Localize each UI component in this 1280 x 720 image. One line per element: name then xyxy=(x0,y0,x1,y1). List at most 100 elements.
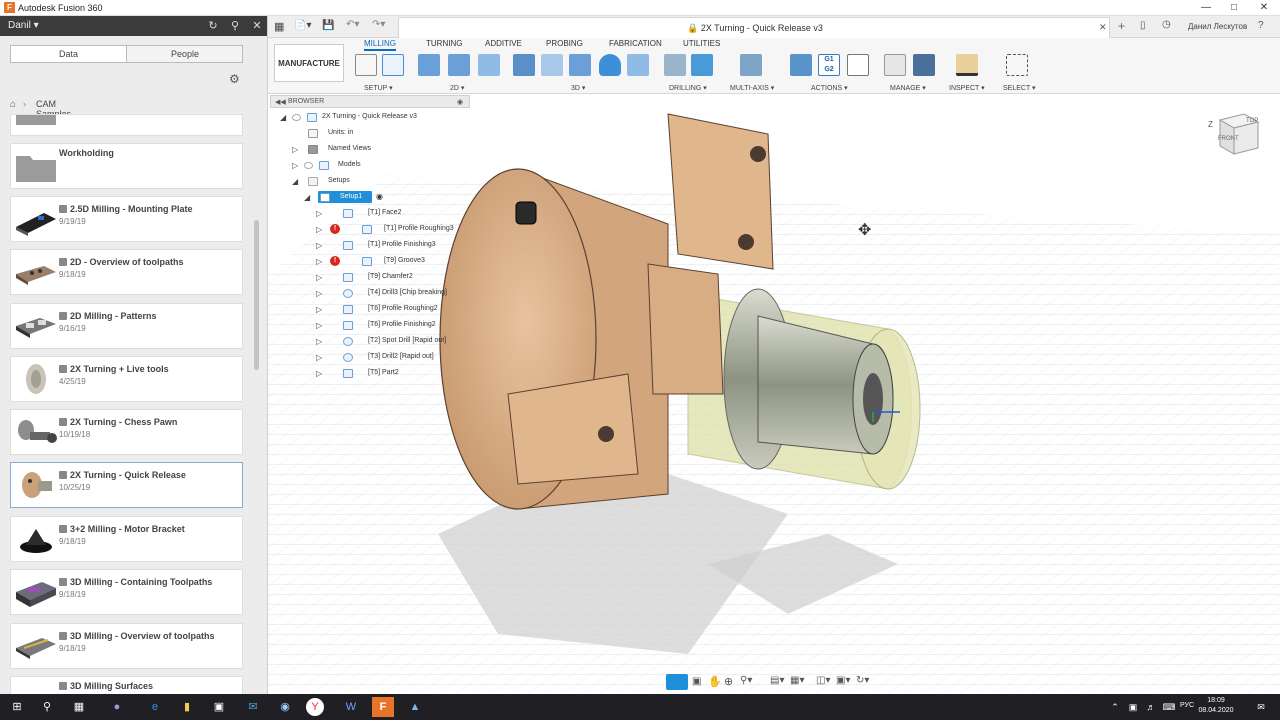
undo-icon[interactable]: ↶▾ xyxy=(346,19,359,30)
refresh-icon[interactable]: ↻ xyxy=(206,19,220,33)
expand-arrow-icon[interactable]: ▷ xyxy=(316,289,322,298)
select-icon[interactable] xyxy=(1006,54,1028,76)
fusion-taskbar-icon[interactable]: F xyxy=(372,697,394,717)
tab-fabrication[interactable]: FABRICATION xyxy=(609,39,662,48)
expand-arrow-icon[interactable]: ▷ xyxy=(316,369,322,378)
minimize-icon[interactable]: — xyxy=(1192,0,1220,16)
collapse-arrow-icon[interactable]: ◢ xyxy=(292,177,298,186)
save-icon[interactable]: 💾 xyxy=(322,20,334,31)
list-item[interactable]: 3D Milling - Containing Toolpaths 9/18/1… xyxy=(10,569,243,615)
list-item[interactable]: 3+2 Milling - Motor Bracket 9/18/19 xyxy=(10,516,243,562)
hole-recognition-icon[interactable] xyxy=(691,54,713,76)
grid-menu-icon[interactable]: ▦ xyxy=(274,20,284,33)
keyboard-icon[interactable]: ⌨ xyxy=(1158,697,1180,717)
group-inspect[interactable]: INSPECT ▾ xyxy=(949,84,985,92)
user-dropdown[interactable]: Danil ▾ xyxy=(8,20,39,31)
3d-pocket-icon[interactable] xyxy=(541,54,563,76)
browser-toggle-icon[interactable]: ◉ xyxy=(457,98,463,106)
eye-icon[interactable] xyxy=(304,162,313,169)
photos-icon[interactable]: ▲ xyxy=(404,697,426,717)
expand-arrow-icon[interactable]: ▷ xyxy=(316,257,322,266)
gear-icon[interactable]: ⚙ xyxy=(229,72,240,86)
tab-probing[interactable]: PROBING xyxy=(546,39,583,48)
expand-arrow-icon[interactable]: ▷ xyxy=(316,225,322,234)
activate-icon[interactable]: ◉ xyxy=(376,192,383,201)
list-item[interactable]: Workholding xyxy=(10,143,243,189)
face-icon[interactable] xyxy=(478,54,500,76)
group-drilling[interactable]: DRILLING ▾ xyxy=(669,84,707,92)
tab-turning[interactable]: TURNING xyxy=(426,39,462,48)
fit-icon[interactable]: ⚲▾ xyxy=(740,675,752,686)
camera-icon[interactable]: ▣▾ xyxy=(836,675,850,686)
display-settings-icon[interactable]: ▤▾ xyxy=(770,675,784,686)
notifications-icon[interactable]: ✉ xyxy=(1250,697,1272,717)
expand-arrow-icon[interactable]: ▷ xyxy=(316,305,322,314)
manage-machine-icon[interactable] xyxy=(913,54,935,76)
list-item[interactable]: 3D Milling - Overview of toolpaths 9/18/… xyxy=(10,623,243,669)
expand-arrow-icon[interactable]: ▷ xyxy=(316,209,322,218)
post-process-icon[interactable]: G1 G2 xyxy=(818,54,840,76)
tab-utilities[interactable]: UTILITIES xyxy=(683,39,720,48)
error-icon[interactable]: ! xyxy=(330,256,340,266)
environment-icon[interactable]: ↻▾ xyxy=(856,675,869,686)
2d-adaptive-icon[interactable] xyxy=(418,54,440,76)
expand-arrow-icon[interactable]: ▷ xyxy=(316,337,322,346)
group-setup[interactable]: SETUP ▾ xyxy=(364,84,393,92)
help-icon[interactable]: ? xyxy=(1258,20,1264,31)
app-icon[interactable]: ● xyxy=(106,697,128,717)
folder-setup-icon[interactable] xyxy=(355,54,377,76)
list-item[interactable]: 2X Turning + Live tools 4/25/19 xyxy=(10,356,243,402)
new-tab-icon[interactable]: + xyxy=(1118,19,1125,33)
tool-library-icon[interactable] xyxy=(884,54,906,76)
mail-icon[interactable]: ✉ xyxy=(242,697,264,717)
measure-icon[interactable] xyxy=(956,54,978,76)
expand-arrow-icon[interactable]: ▷ xyxy=(316,273,322,282)
drill-icon[interactable] xyxy=(664,54,686,76)
maximize-icon[interactable]: □ xyxy=(1220,0,1248,16)
group-actions[interactable]: ACTIONS ▾ xyxy=(811,84,848,92)
group-2d[interactable]: 2D ▾ xyxy=(450,84,464,92)
2d-pocket-icon[interactable] xyxy=(448,54,470,76)
simulate-icon[interactable] xyxy=(790,54,812,76)
redo-icon[interactable]: ↷▾ xyxy=(372,19,385,30)
user-name[interactable]: Данил Лескутов xyxy=(1188,22,1247,31)
yandex-icon[interactable]: Y xyxy=(306,698,324,716)
list-item[interactable]: 2D - Overview of toolpaths 9/18/19 xyxy=(10,249,243,295)
file-menu-icon[interactable]: 📄▾ xyxy=(294,20,311,31)
task-view-icon[interactable]: ▦ xyxy=(68,697,90,717)
file-explorer-icon[interactable]: ▮ xyxy=(176,697,198,717)
multi-axis-icon[interactable] xyxy=(740,54,762,76)
list-item[interactable]: 2.5D Milling - Mounting Plate 9/19/19 xyxy=(10,196,243,242)
home-icon[interactable]: ⌂ xyxy=(10,99,20,110)
tab-people[interactable]: People xyxy=(127,46,243,62)
word-icon[interactable]: W xyxy=(340,697,362,717)
viewports-icon[interactable]: ◫▾ xyxy=(816,675,830,686)
3d-steep-icon[interactable] xyxy=(569,54,591,76)
close-window-icon[interactable]: ✕ xyxy=(1250,0,1278,16)
expand-arrow-icon[interactable]: ▷ xyxy=(316,321,322,330)
list-item[interactable]: 2X Turning - Chess Pawn 10/19/18 xyxy=(10,409,243,455)
pan-icon[interactable]: ✋ xyxy=(708,675,722,688)
group-3d[interactable]: 3D ▾ xyxy=(571,84,585,92)
expand-arrow-icon[interactable]: ▷ xyxy=(316,241,322,250)
browser-collapse-icon[interactable]: ◀◀ xyxy=(275,98,286,106)
language-indicator[interactable]: РУС xyxy=(1180,702,1194,709)
eye-icon[interactable] xyxy=(292,114,301,121)
zoom-icon[interactable]: ⊕ xyxy=(724,675,733,688)
list-item-selected[interactable]: 2X Turning - Quick Release 10/25/19 xyxy=(10,462,243,508)
browser-header[interactable]: ◀◀ BROWSER ◉ xyxy=(270,95,470,108)
chat-icon[interactable]: ▯ xyxy=(1140,20,1146,31)
collapse-arrow-icon[interactable]: ◢ xyxy=(304,193,310,202)
steam-icon[interactable]: ◉ xyxy=(274,697,296,717)
3d-radial-icon[interactable] xyxy=(599,54,621,76)
clock[interactable]: 18:09 08.04.2020 xyxy=(1196,696,1236,716)
viewcube-top-label[interactable]: TOP xyxy=(1246,118,1258,124)
tab-milling[interactable]: MILLING xyxy=(364,39,397,51)
workspace-switcher[interactable]: MANUFACTURE ▾ xyxy=(274,44,344,106)
tab-additive[interactable]: ADDITIVE xyxy=(485,39,522,48)
expand-arrow-icon[interactable]: ▷ xyxy=(292,145,298,154)
store-icon[interactable]: ▣ xyxy=(208,697,230,717)
collapse-arrow-icon[interactable]: ◢ xyxy=(280,113,286,122)
expand-arrow-icon[interactable]: ▷ xyxy=(316,353,322,362)
search-icon[interactable]: ⚲ xyxy=(228,19,242,33)
